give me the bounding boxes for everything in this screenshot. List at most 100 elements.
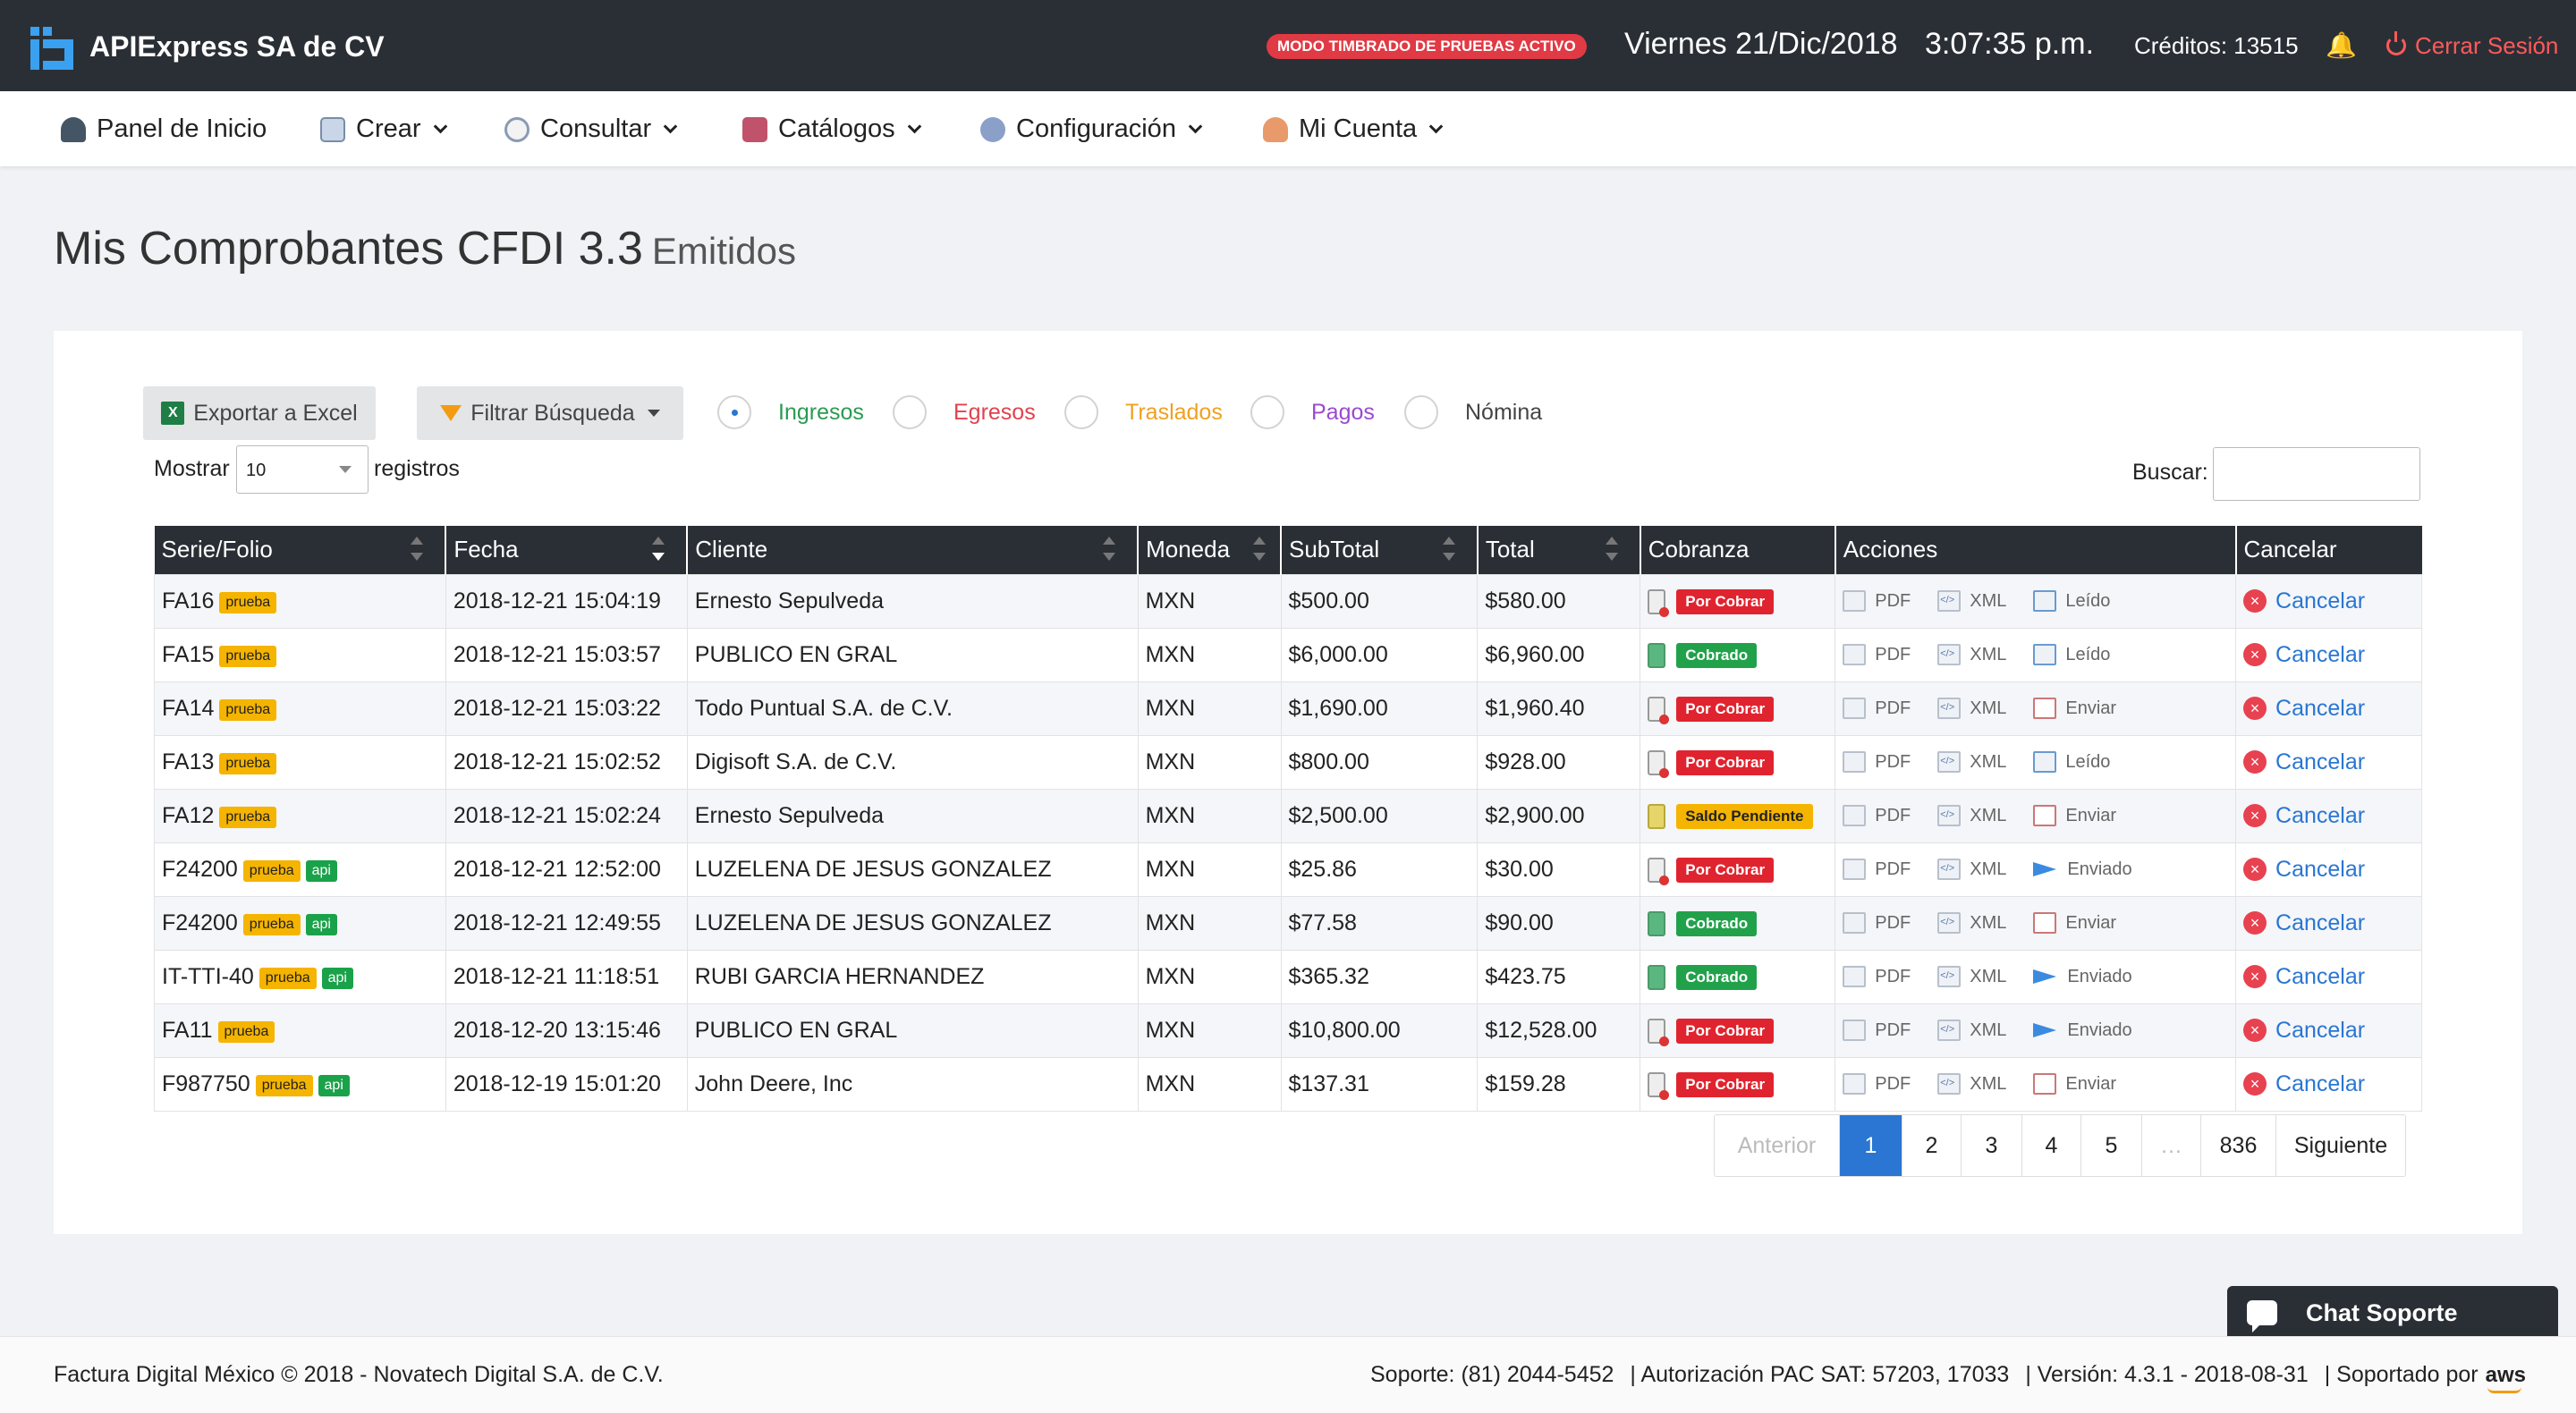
search-input[interactable] [2213, 447, 2420, 501]
nav-crear[interactable]: Crear [320, 114, 447, 144]
xml-icon [1937, 859, 1962, 880]
clipboard-icon[interactable] [1648, 642, 1666, 668]
pagination-page[interactable]: 1 [1840, 1115, 1902, 1176]
cell-cliente: LUZELENA DE JESUS GONZALEZ [686, 895, 1139, 951]
xml-link[interactable]: XML [1937, 644, 2006, 665]
email-status-link[interactable]: Enviado [2033, 859, 2132, 880]
clipboard-icon[interactable] [1648, 749, 1670, 778]
top-bar: APIExpress SA de CV MODO TIMBRADO DE PRU… [0, 0, 2576, 91]
xml-link[interactable]: XML [1937, 912, 2006, 934]
logout-link[interactable]: Cerrar Sesión [2386, 31, 2558, 60]
nav-consultar[interactable]: Consultar [504, 114, 678, 144]
radio-button[interactable] [717, 395, 751, 429]
chat-support-button[interactable]: Chat Soporte [2227, 1286, 2558, 1340]
col-cliente[interactable]: Cliente [687, 526, 1140, 574]
pagination-prev[interactable]: Anterior [1715, 1115, 1840, 1176]
cancel-link[interactable]: × Cancelar [2243, 588, 2414, 614]
radio-egresos[interactable]: Egresos [893, 395, 1036, 429]
xml-link[interactable]: XML [1937, 805, 2006, 826]
radio-button[interactable] [893, 395, 927, 429]
clipboard-icon[interactable] [1648, 1018, 1670, 1046]
email-status-link[interactable]: Leído [2033, 590, 2110, 612]
email-status-link[interactable]: Leído [2033, 644, 2110, 665]
nav-panel-inicio[interactable]: Panel de Inicio [61, 114, 267, 144]
xml-link[interactable]: XML [1937, 1073, 2006, 1095]
email-status-link[interactable]: Enviar [2033, 1073, 2116, 1095]
xml-link[interactable]: XML [1937, 1020, 2006, 1041]
radio-button[interactable] [1064, 395, 1098, 429]
col-subtotal[interactable]: SubTotal [1281, 526, 1479, 574]
nav-catalogos[interactable]: Catálogos [742, 114, 921, 144]
radio-button[interactable] [1404, 395, 1438, 429]
nav-mi-cuenta[interactable]: Mi Cuenta [1263, 114, 1444, 144]
cell-cobranza: Por Cobrar [1640, 1056, 1836, 1112]
pdf-link[interactable]: PDF [1843, 912, 1911, 934]
pagination-page[interactable]: 4 [2022, 1115, 2081, 1176]
cancel-link[interactable]: × Cancelar [2243, 1071, 2414, 1097]
cancel-link[interactable]: × Cancelar [2243, 696, 2414, 722]
radio-button[interactable] [1250, 395, 1284, 429]
page-size-select[interactable]: 10 [236, 445, 369, 494]
pdf-link[interactable]: PDF [1843, 1020, 1911, 1041]
collection-status-badge: Por Cobrar [1676, 696, 1775, 722]
pdf-link[interactable]: PDF [1843, 1073, 1911, 1095]
clipboard-icon[interactable] [1648, 1071, 1670, 1100]
cancel-link[interactable]: × Cancelar [2243, 642, 2414, 668]
pagination-next[interactable]: Siguiente [2276, 1115, 2405, 1176]
clipboard-icon[interactable] [1648, 910, 1666, 936]
email-status-link[interactable]: Enviar [2033, 698, 2116, 719]
cancel-link[interactable]: × Cancelar [2243, 803, 2414, 829]
xml-link[interactable]: XML [1937, 751, 2006, 773]
xml-link[interactable]: XML [1937, 859, 2006, 880]
filter-search-button[interactable]: Filtrar Búsqueda [417, 386, 683, 440]
col-serie-folio[interactable]: Serie/Folio [154, 526, 447, 574]
col-total[interactable]: Total [1477, 526, 1641, 574]
pagination-page[interactable]: 836 [2201, 1115, 2276, 1176]
pdf-link[interactable]: PDF [1843, 859, 1911, 880]
pagination-page[interactable]: 2 [1902, 1115, 1962, 1176]
pagination-page[interactable]: 3 [1962, 1115, 2022, 1176]
chevron-down-icon [663, 119, 678, 134]
cancel-link[interactable]: × Cancelar [2243, 1018, 2414, 1044]
cancel-link[interactable]: × Cancelar [2243, 964, 2414, 990]
radio-nomina[interactable]: Nómina [1404, 395, 1542, 429]
cancel-link[interactable]: × Cancelar [2243, 910, 2414, 936]
clipboard-icon[interactable] [1648, 857, 1670, 885]
radio-ingresos[interactable]: Ingresos [717, 395, 864, 429]
clipboard-icon[interactable] [1648, 696, 1670, 724]
export-excel-button[interactable]: X Exportar a Excel [143, 386, 376, 440]
collection-status-badge: Por Cobrar [1676, 749, 1775, 775]
clipboard-icon[interactable] [1648, 803, 1666, 829]
cancel-link[interactable]: × Cancelar [2243, 857, 2414, 883]
pdf-link[interactable]: PDF [1843, 644, 1911, 665]
nav-configuracion[interactable]: Configuración [980, 114, 1203, 144]
col-moneda[interactable]: Moneda [1138, 526, 1282, 574]
pagination-page[interactable]: 5 [2081, 1115, 2142, 1176]
pdf-link[interactable]: PDF [1843, 751, 1911, 773]
chevron-down-icon [433, 119, 447, 134]
email-status-link[interactable]: Enviar [2033, 805, 2116, 826]
clipboard-icon[interactable] [1648, 964, 1666, 990]
sort-desc-icon [652, 537, 665, 563]
radio-traslados[interactable]: Traslados [1064, 395, 1223, 429]
bell-icon[interactable]: 🔔 [2326, 30, 2357, 60]
pdf-link[interactable]: PDF [1843, 805, 1911, 826]
pdf-link[interactable]: PDF [1843, 966, 1911, 987]
pdf-link[interactable]: PDF [1843, 590, 1911, 612]
radio-pagos[interactable]: Pagos [1250, 395, 1375, 429]
xml-link[interactable]: XML [1937, 590, 2006, 612]
cancel-link[interactable]: × Cancelar [2243, 749, 2414, 775]
col-fecha[interactable]: Fecha [445, 526, 689, 574]
xml-link[interactable]: XML [1937, 698, 2006, 719]
xml-link[interactable]: XML [1937, 966, 2006, 987]
cell-moneda: MXN [1137, 1003, 1282, 1058]
gear-icon [980, 116, 1005, 142]
email-status-link[interactable]: Leído [2033, 751, 2110, 773]
email-status-link[interactable]: Enviado [2033, 966, 2132, 987]
clipboard-icon[interactable] [1648, 588, 1670, 617]
email-status-link[interactable]: Enviado [2033, 1020, 2132, 1041]
pdf-link[interactable]: PDF [1843, 698, 1911, 719]
aws-logo: aws [2485, 1362, 2526, 1393]
collection-status-badge: Por Cobrar [1676, 1071, 1775, 1097]
email-status-link[interactable]: Enviar [2033, 912, 2116, 934]
